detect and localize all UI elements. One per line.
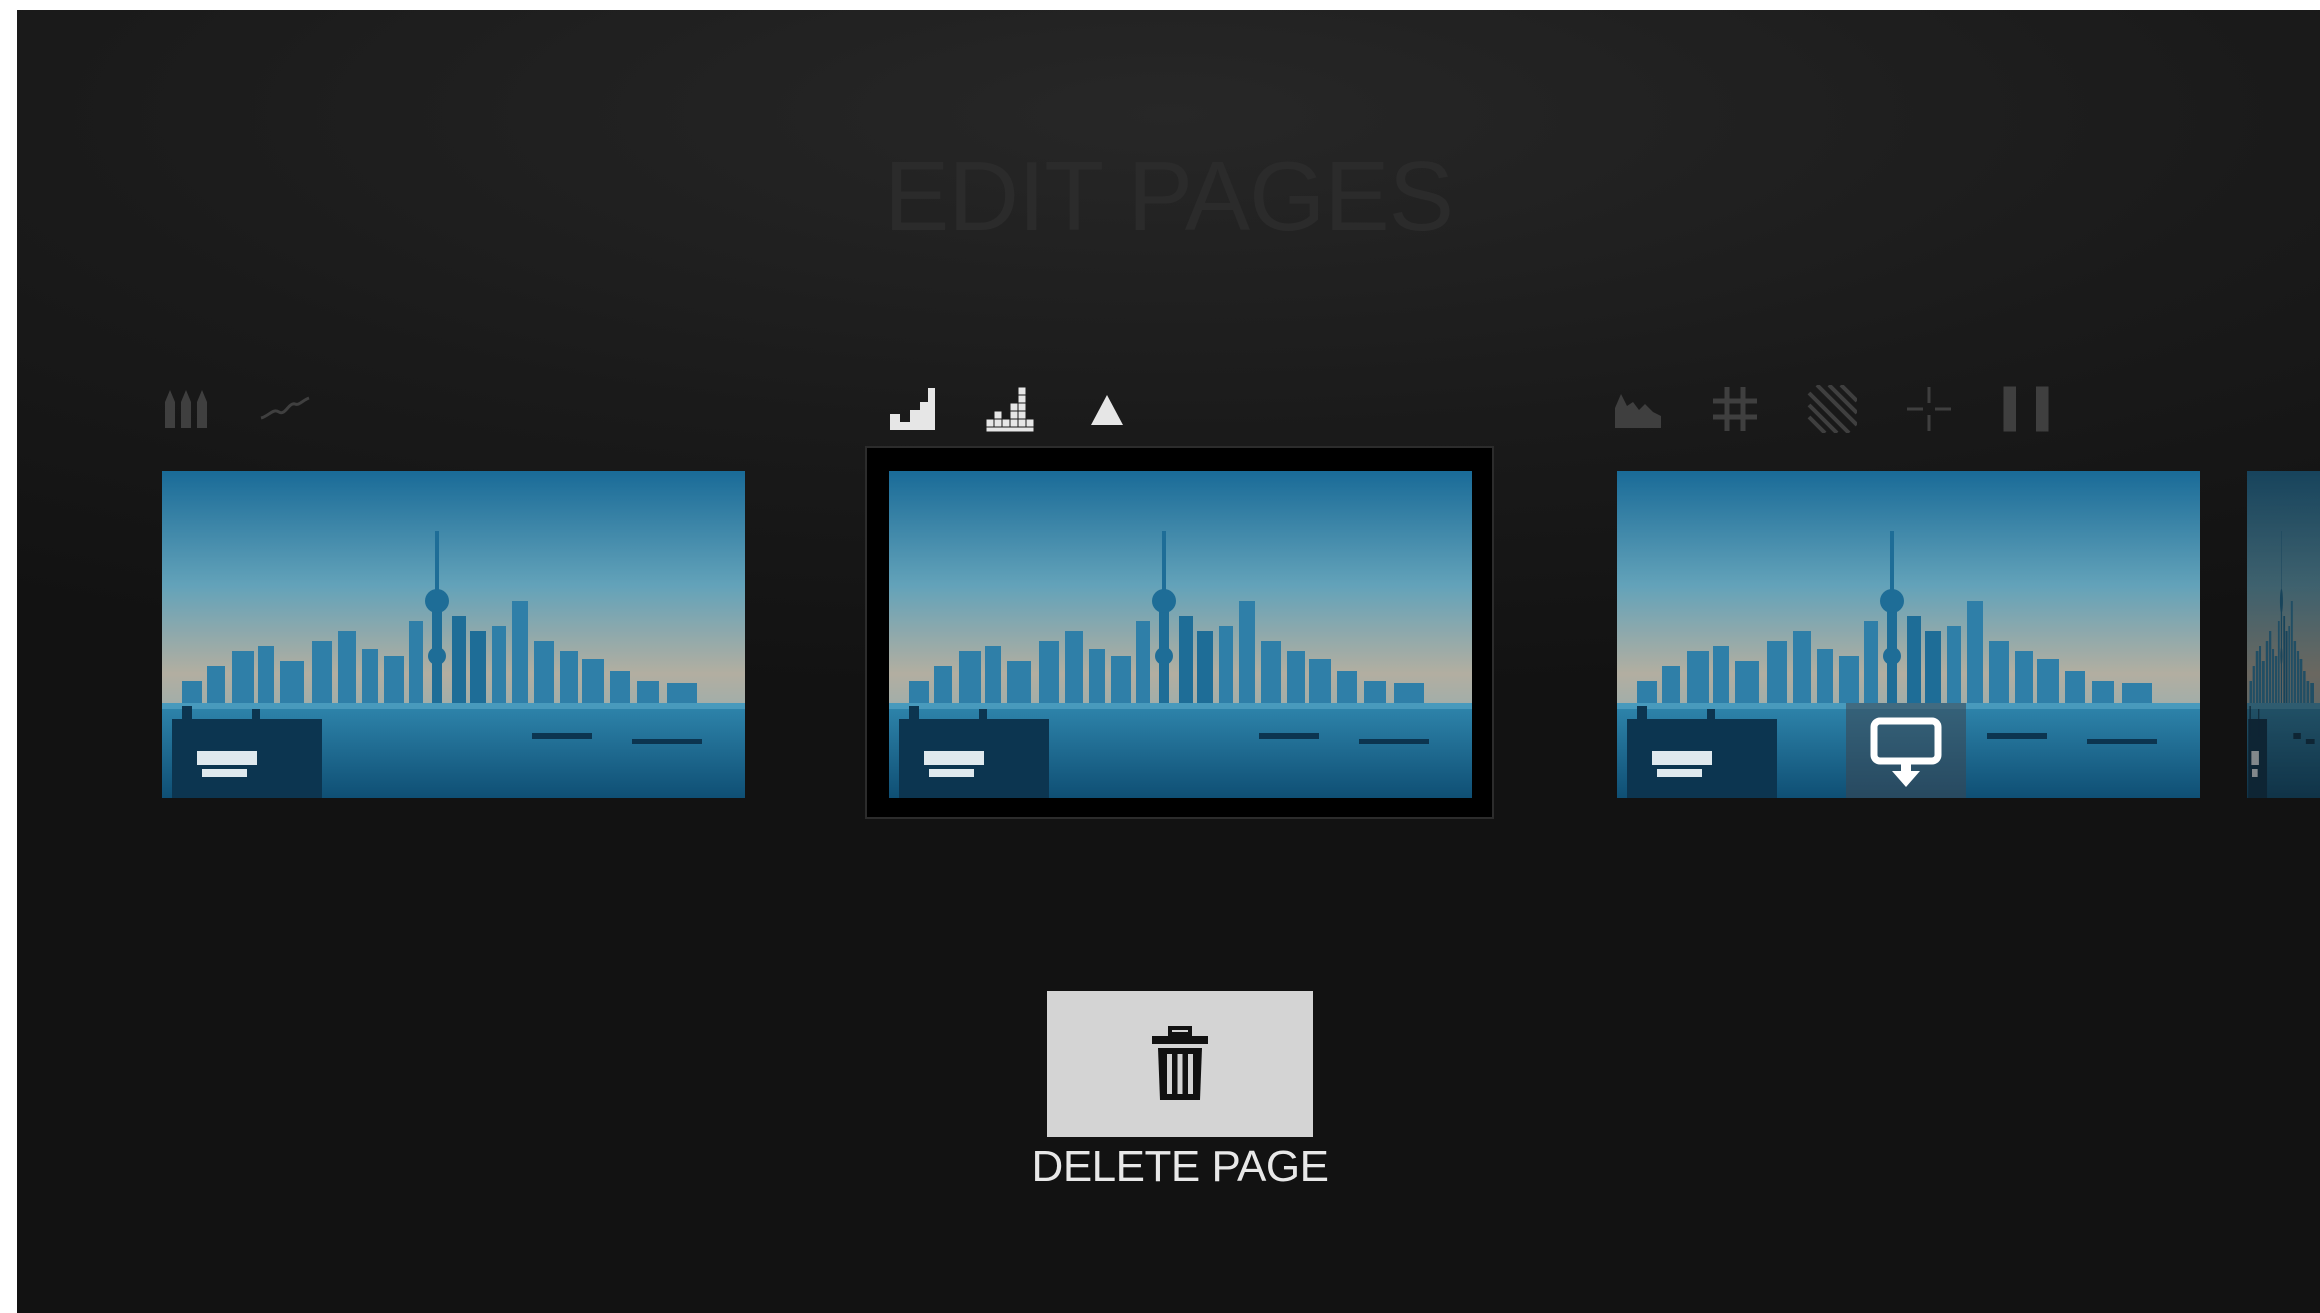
dot-histogram-icon[interactable] [984,383,1036,435]
page-2-toolbar [887,382,1178,436]
page-1-toolbar [162,382,356,436]
bars-peaks-icon[interactable] [162,383,214,435]
page-thumbnail-right-edge[interactable] [2247,471,2320,798]
grid-icon[interactable] [1709,383,1761,435]
page-title: EDIT PAGES [883,141,1454,251]
area-chart-icon[interactable] [1612,383,1664,435]
hatch-icon[interactable] [1806,383,1858,435]
brackets-icon[interactable] [2000,383,2052,435]
page-thumbnail-left-edge[interactable] [17,471,113,798]
triangle-icon[interactable] [1081,383,1133,435]
step-histogram-icon[interactable] [887,383,939,435]
page-3-toolbar [1612,382,2097,436]
delete-page-button[interactable] [1047,991,1313,1137]
page-thumbnail-1[interactable] [162,471,745,798]
trash-icon [1152,1026,1208,1100]
page-thumbnail-2-selected[interactable] [889,471,1472,798]
crosshair-icon[interactable] [1903,383,1955,435]
monitor-download-icon[interactable] [1846,703,1966,798]
line-chart-icon[interactable] [259,383,311,435]
edit-pages-screen: EDIT PAGES DELETE PAGE [17,10,2320,1313]
delete-page-label: DELETE PAGE [1031,1142,1329,1191]
